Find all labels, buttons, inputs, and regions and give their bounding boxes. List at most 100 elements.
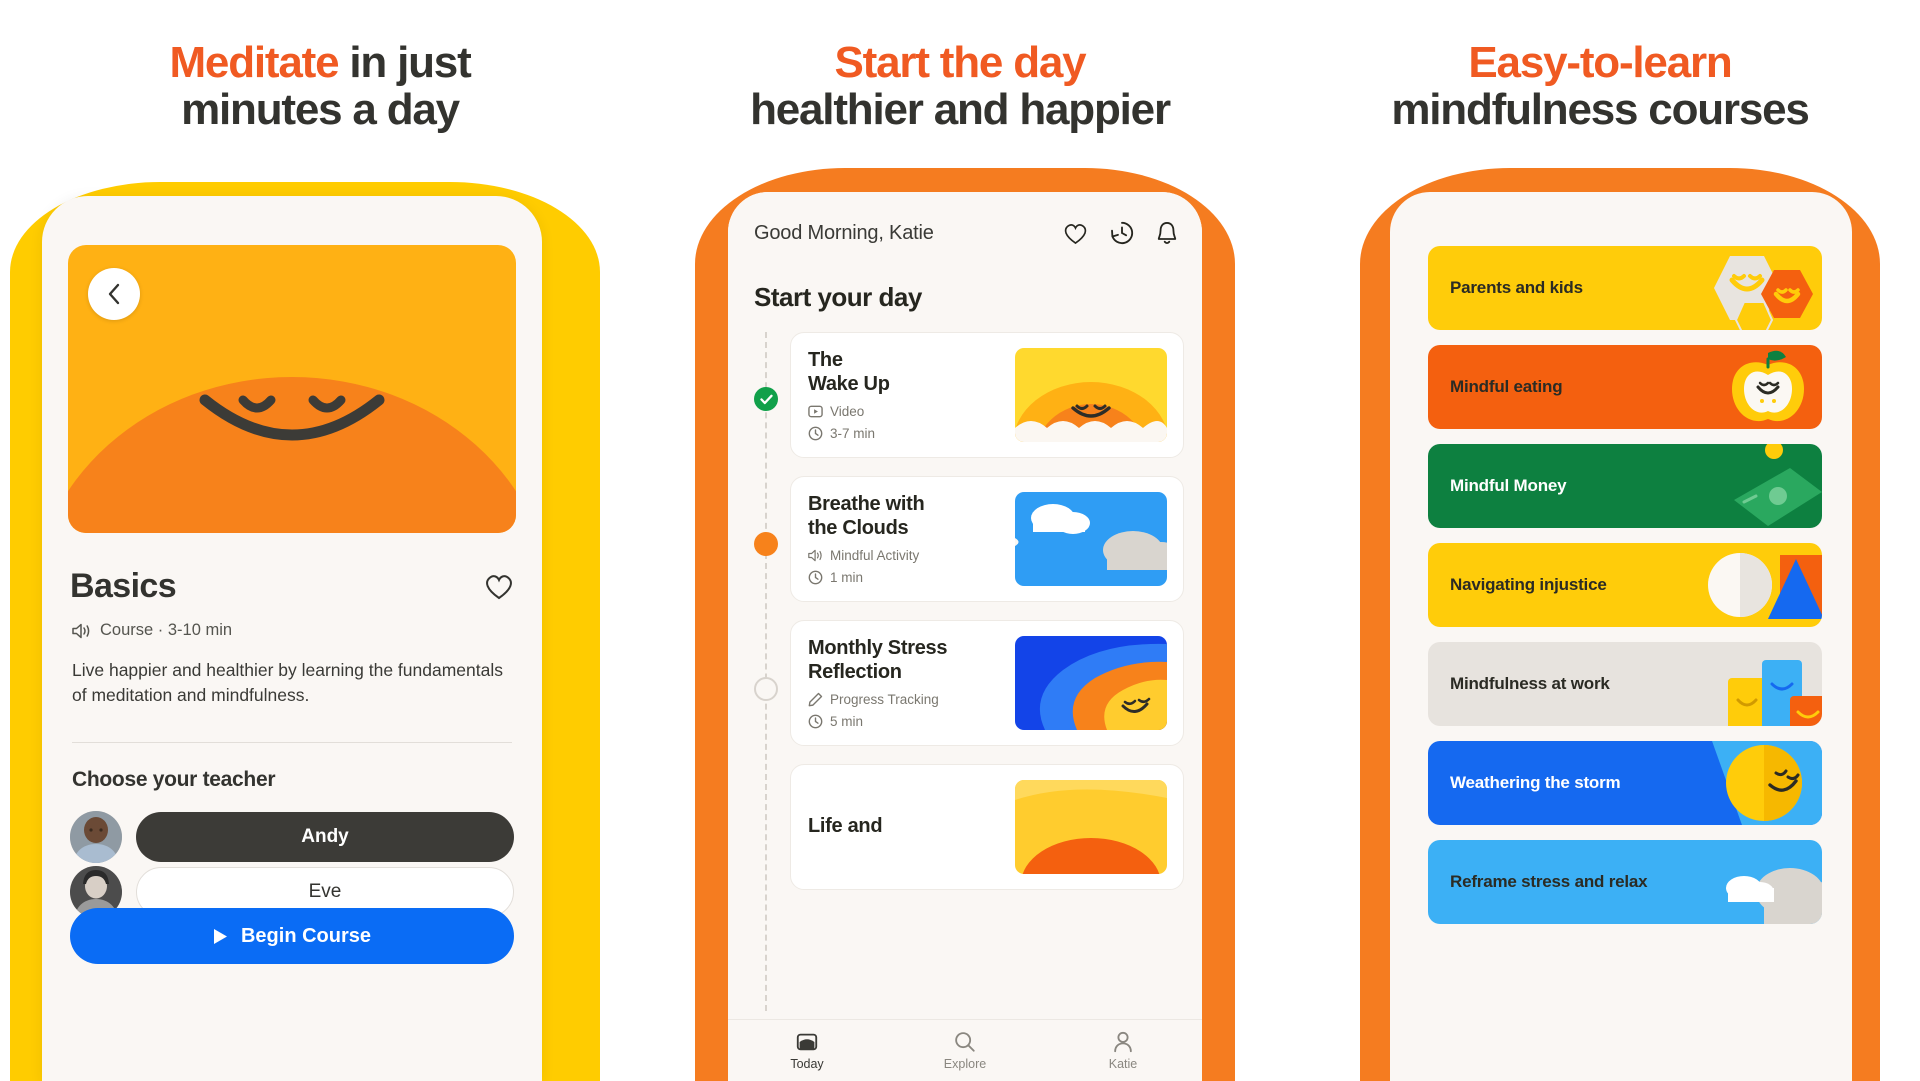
panel-courses: Easy-to-learn mindfulness courses Parent… (1280, 0, 1920, 1081)
task-duration-label: 5 min (830, 713, 864, 729)
task-card[interactable]: Life and (790, 764, 1184, 890)
course-card-parents-and-kids[interactable]: Parents and kids (1428, 246, 1822, 330)
headline-1-line2: minutes a day (181, 84, 460, 134)
course-meta-text: Course · 3-10 min (100, 621, 233, 639)
headline-1: Meditate in just minutes a day (0, 0, 640, 133)
phone-frame-1: Basics Course · 3-10 min Live happier an… (42, 196, 542, 1081)
play-icon (213, 928, 227, 944)
task-card-duration: 5 min (808, 714, 1015, 729)
headline-2-line2: healthier and happier (750, 84, 1171, 134)
course-card-label: Parents and kids (1450, 278, 1583, 297)
task-duration-label: 1 min (830, 569, 864, 585)
course-detail-screen: Basics Course · 3-10 min Live happier an… (42, 196, 542, 1081)
course-art-cloud (1726, 868, 1822, 924)
tab-explore-label: Explore (943, 1057, 987, 1071)
today-icon (796, 1033, 818, 1051)
course-list: Parents and kids Mindful eating Mindful … (1428, 246, 1822, 939)
task-card-title: The Wake Up (808, 349, 890, 395)
progress-timeline (754, 332, 778, 1011)
course-title-row: Basics (70, 567, 514, 606)
task-type-label: Video (830, 403, 865, 419)
course-card-label: Reframe stress and relax (1450, 872, 1648, 891)
timeline-node-active (754, 532, 778, 556)
greeting-text: Good Morning, Katie (754, 221, 934, 244)
course-art-shapes (1708, 553, 1822, 619)
course-art-apple (1732, 350, 1804, 422)
headline-2: Start the day healthier and happier (640, 0, 1280, 133)
course-art-money (1734, 444, 1822, 526)
task-thumbnail-clouds (1015, 492, 1167, 586)
avatar-andy (70, 811, 122, 863)
course-card-mindfulness-at-work[interactable]: Mindfulness at work (1428, 642, 1822, 726)
headline-3-accent: Easy-to-learn (1468, 38, 1732, 87)
course-card-weathering-the-storm[interactable]: Weathering the storm (1428, 741, 1822, 825)
app-header: Good Morning, Katie (728, 192, 1202, 274)
course-card-label: Mindful Money (1450, 476, 1567, 495)
chevron-left-icon (108, 283, 120, 305)
course-card-mindful-money[interactable]: Mindful Money (1428, 444, 1822, 528)
teacher-pill-andy[interactable]: Andy (136, 812, 514, 862)
section-divider (72, 742, 512, 743)
heart-icon[interactable] (1063, 222, 1088, 245)
task-card-title: Monthly Stress Reflection (808, 637, 948, 683)
video-icon (808, 405, 823, 417)
task-thumbnail-waves (1015, 636, 1167, 730)
tab-explore[interactable]: Explore (886, 1030, 1044, 1071)
history-icon[interactable] (1110, 221, 1134, 245)
tab-today-label: Today (790, 1057, 824, 1071)
begin-course-button[interactable]: Begin Course (70, 908, 514, 964)
task-card-text: Monthly Stress Reflection Progress Tracki… (808, 637, 1015, 728)
task-card[interactable]: The Wake Up Video 3-7 min (790, 332, 1184, 458)
course-description: Live happier and healthier by learning t… (72, 660, 503, 705)
search-icon (955, 1032, 975, 1052)
speaker-icon (72, 623, 90, 638)
hero-smiley-face-icon (199, 394, 385, 440)
course-art-sun (1712, 741, 1822, 825)
bottom-tab-bar: Today Explore Katie (728, 1019, 1202, 1081)
task-card-title: Breathe with the Clouds (808, 493, 925, 539)
tab-profile[interactable]: Katie (1044, 1030, 1202, 1071)
course-meta: Course · 3-10 min (72, 621, 232, 640)
task-duration-label: 3-7 min (830, 425, 876, 441)
headline-1-accent: Meditate (169, 38, 339, 87)
task-thumbnail-sunrise (1015, 348, 1167, 442)
panel-meditate: Meditate in just minutes a day Basics Co… (0, 0, 640, 1081)
clock-icon (808, 570, 823, 584)
task-card-duration: 1 min (808, 570, 1015, 585)
page-title: Basics (70, 567, 177, 605)
task-card-text: Breathe withthe Clouds Mindful Activity (808, 493, 1015, 584)
tab-today[interactable]: Today (728, 1030, 886, 1071)
task-type-label: Progress Tracking (830, 691, 939, 707)
timeline-node-todo (754, 677, 778, 701)
back-button[interactable] (88, 268, 140, 320)
course-card-navigating-injustice[interactable]: Navigating injustice (1428, 543, 1822, 627)
bell-icon[interactable] (1156, 221, 1178, 246)
course-card-mindful-eating[interactable]: Mindful eating (1428, 345, 1822, 429)
header-icon-group (1063, 221, 1178, 246)
course-card-reframe-stress-and-relax[interactable]: Reframe stress and relax (1428, 840, 1822, 924)
task-card-list: The Wake Up Video 3-7 min Breathe with t… (790, 332, 1184, 1019)
heart-icon[interactable] (484, 573, 514, 600)
teacher-section-heading: Choose your teacher (72, 768, 276, 791)
task-card[interactable]: Monthly Stress Reflection Progress Tracki… (790, 620, 1184, 746)
phone-frame-2: Good Morning, Katie Start your day The W… (728, 192, 1202, 1081)
headline-3: Easy-to-learn mindfulness courses (1280, 0, 1920, 133)
phone-frame-3: Parents and kids Mindful eating Mindful … (1390, 192, 1852, 1081)
course-art-work (1728, 660, 1822, 726)
tab-profile-label: Katie (1108, 1057, 1138, 1071)
begin-course-label: Begin Course (240, 924, 372, 947)
teacher-option-andy[interactable]: Andy (70, 811, 514, 863)
task-card-duration: 3-7 min (808, 426, 1015, 441)
task-card[interactable]: Breathe withthe Clouds Mindful Activity (790, 476, 1184, 602)
speaker-icon (808, 549, 822, 561)
screenshot-root: Meditate in just minutes a day Basics Co… (0, 0, 1920, 1081)
section-title: Start your day (754, 282, 922, 312)
clock-icon (808, 426, 823, 440)
headline-3-line2: mindfulness courses (1391, 84, 1810, 134)
pencil-icon (808, 692, 823, 706)
course-card-label: Mindfulness at work (1450, 674, 1610, 693)
course-art-parents (1714, 256, 1813, 330)
headline-2-accent: Start the day (834, 38, 1087, 87)
task-card-text: The Wake Up Video 3-7 min (808, 349, 1015, 440)
person-icon (1114, 1031, 1132, 1053)
